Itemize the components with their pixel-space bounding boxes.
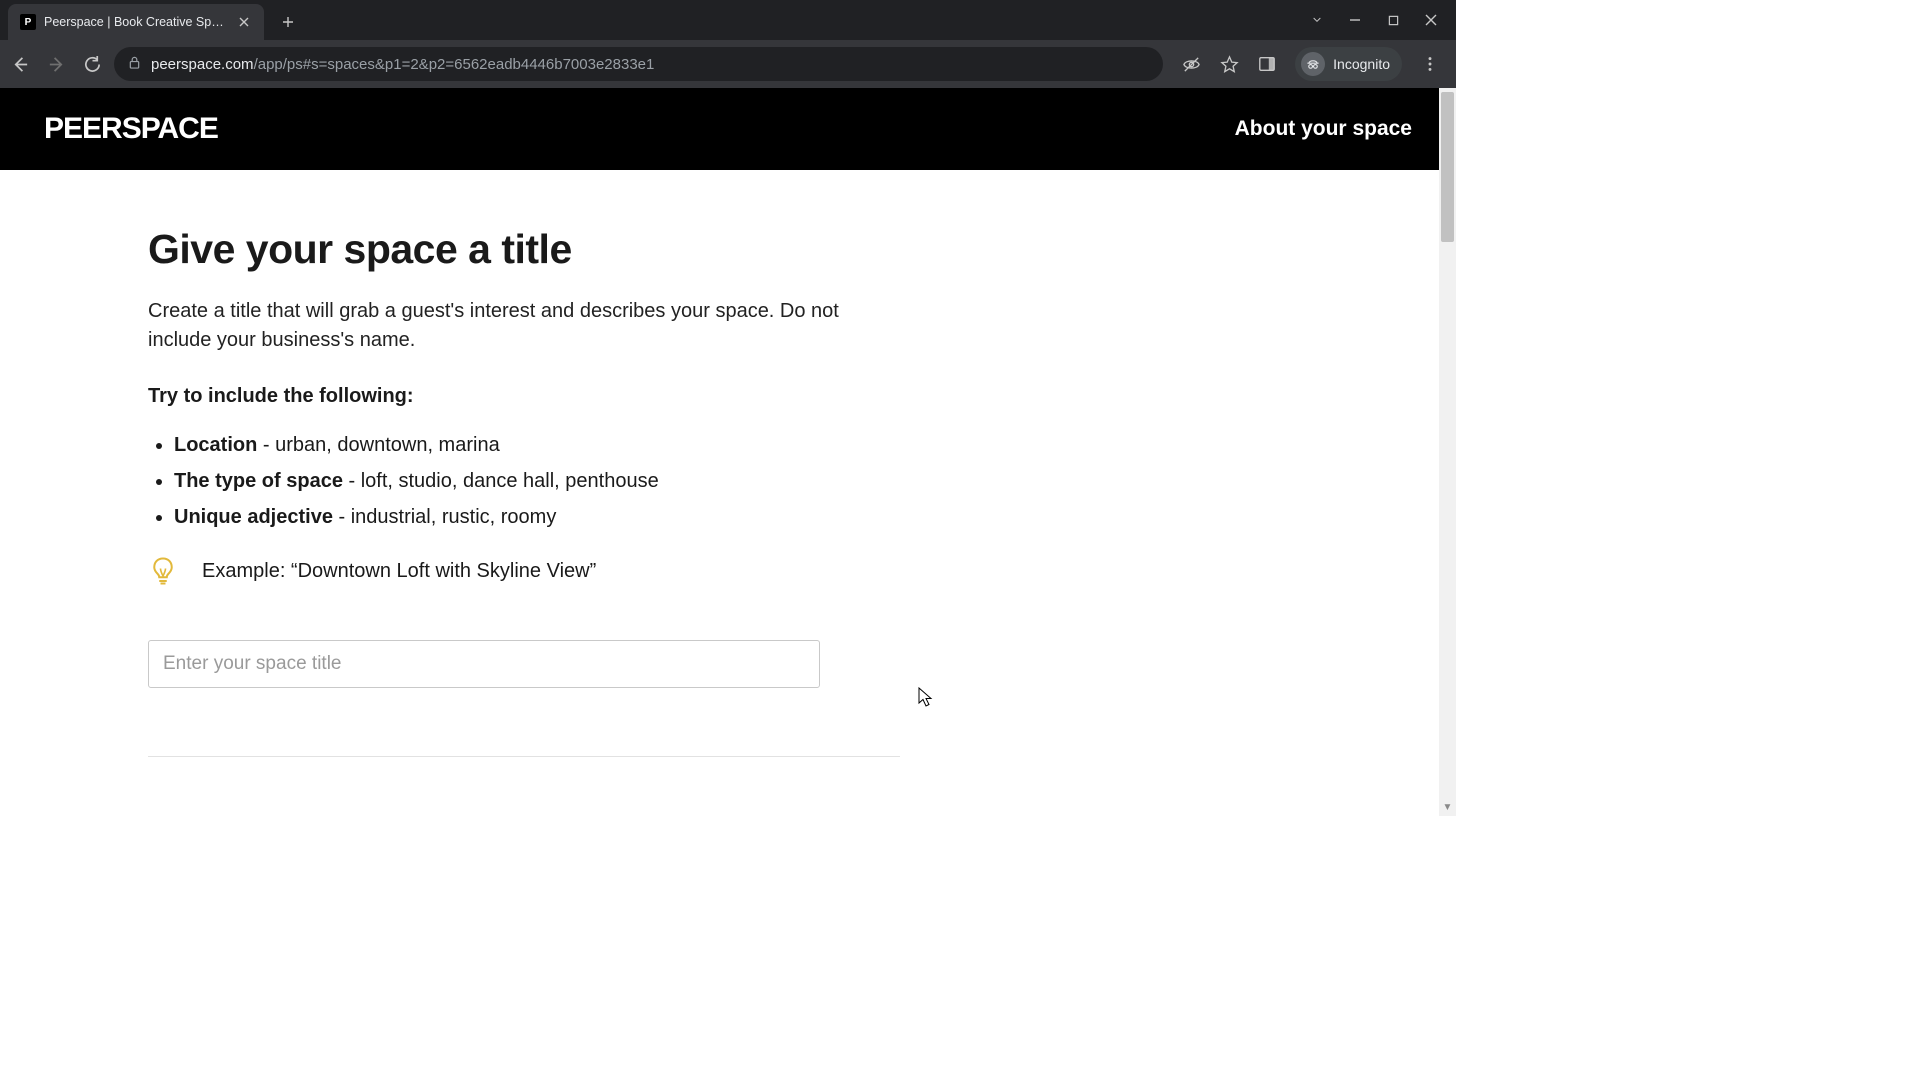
maximize-icon[interactable] [1386,13,1400,27]
url-path: /app/ps#s=spaces&p1=2&p2=6562eadb4446b70… [254,56,655,73]
scrollbar-thumb[interactable] [1441,92,1454,242]
logo[interactable]: PEERSPACE [44,112,218,146]
close-tab-icon[interactable] [236,14,252,30]
tips-list: Location - urban, downtown, marina The t… [148,430,900,532]
tips-heading: Try to include the following: [148,385,900,408]
forward-icon[interactable] [46,54,66,74]
page-title: Give your space a title [148,226,900,273]
tips-item: Unique adjective - industrial, rustic, r… [174,502,900,532]
example-text: Example: “Downtown Loft with Skyline Vie… [202,560,596,583]
page-subtitle: Create a title that will grab a guest's … [148,297,868,355]
main-content: Give your space a title Create a title t… [0,170,900,816]
url-input[interactable]: peerspace.com/app/ps#s=spaces&p1=2&p2=65… [114,47,1163,81]
browser-tab[interactable]: P Peerspace | Book Creative Space [8,4,264,40]
scroll-down-arrow-icon[interactable]: ▼ [1439,799,1456,816]
example-row: Example: “Downtown Loft with Skyline Vie… [148,556,900,586]
tab-bar: P Peerspace | Book Creative Space [0,0,1456,40]
mouse-cursor-icon [918,687,934,709]
incognito-badge[interactable]: Incognito [1295,47,1402,81]
header-step-label: About your space [1235,117,1412,141]
back-icon[interactable] [10,54,30,74]
section-divider [148,756,900,757]
lock-icon [128,56,141,73]
section-title-description: Add a description for your space [148,813,900,816]
browser-chrome: P Peerspace | Book Creative Space peersp… [0,0,1456,88]
incognito-label: Incognito [1333,56,1390,72]
kebab-menu-icon[interactable] [1420,54,1440,74]
eye-off-icon[interactable] [1181,54,1201,74]
favicon: P [20,14,36,30]
reload-icon[interactable] [82,54,102,74]
address-bar: peerspace.com/app/ps#s=spaces&p1=2&p2=65… [0,40,1456,88]
tips-item: The type of space - loft, studio, dance … [174,466,900,496]
page-viewport: PEERSPACE About your space Give your spa… [0,88,1456,816]
bookmark-star-icon[interactable] [1219,54,1239,74]
window-controls [1310,0,1456,40]
incognito-icon [1301,52,1325,76]
url-domain: peerspace.com [151,56,254,73]
new-tab-button[interactable] [274,8,302,36]
tab-search-icon[interactable] [1310,13,1324,27]
lightbulb-icon [148,556,178,586]
page-scrollbar[interactable]: ▲ ▼ [1439,88,1456,816]
site-header: PEERSPACE About your space [0,88,1456,170]
tab-title: Peerspace | Book Creative Space [44,15,228,29]
space-title-input[interactable] [148,640,820,688]
close-window-icon[interactable] [1424,13,1438,27]
minimize-icon[interactable] [1348,13,1362,27]
tips-item: Location - urban, downtown, marina [174,430,900,460]
side-panel-icon[interactable] [1257,54,1277,74]
